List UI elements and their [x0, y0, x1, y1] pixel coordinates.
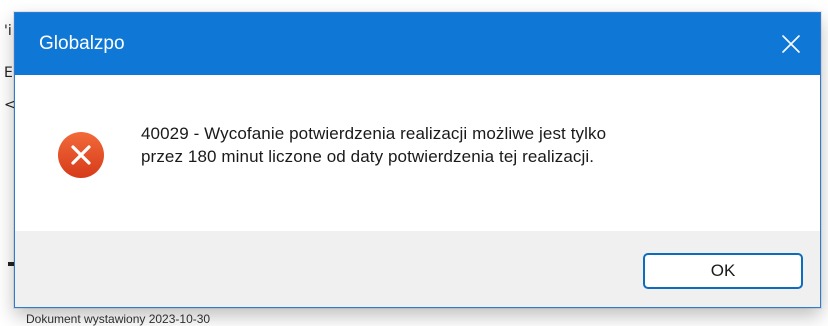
background-status-text: Dokument wystawiony 2023-10-30 — [26, 312, 211, 326]
background-glyph: 'i — [4, 23, 12, 39]
background-glyph: E — [4, 65, 13, 81]
dialog-footer: OK — [15, 231, 820, 307]
error-message-line: 40029 - Wycofanie potwierdzenia realizac… — [141, 124, 607, 143]
error-dialog: Globalzpo 40029 - Wycofanie potwierdzeni… — [14, 12, 821, 308]
dialog-title: Globalzpo — [39, 33, 125, 54]
close-icon — [782, 35, 800, 53]
close-button[interactable] — [762, 13, 820, 75]
dialog-content: 40029 - Wycofanie potwierdzenia realizac… — [15, 75, 820, 231]
dialog-titlebar: Globalzpo — [15, 13, 820, 75]
ok-button[interactable]: OK — [643, 253, 803, 289]
error-icon — [58, 132, 104, 178]
error-message: 40029 - Wycofanie potwierdzenia realizac… — [141, 122, 791, 168]
error-message-line: przez 180 minut liczone od daty potwierd… — [141, 147, 595, 166]
